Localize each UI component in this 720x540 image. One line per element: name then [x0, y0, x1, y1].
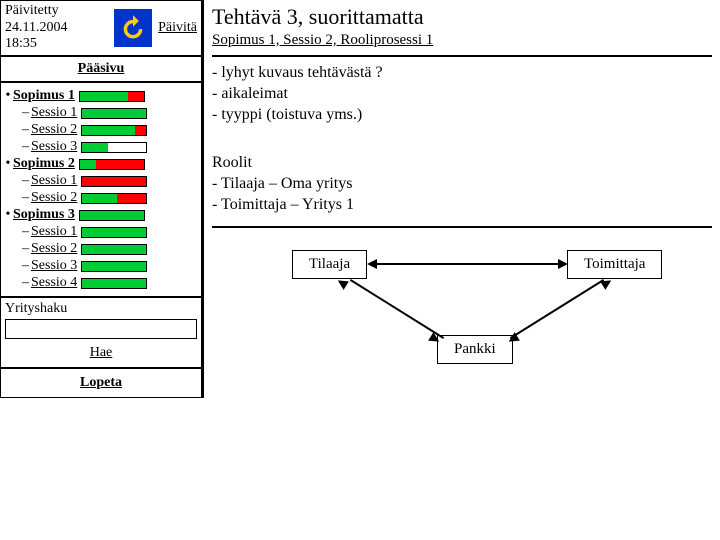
nav-s1-sessio-3[interactable]: Sessio 3 — [31, 139, 77, 155]
nav-s1-sessio-1[interactable]: Sessio 1 — [31, 105, 77, 121]
lopeta-link[interactable]: Lopeta — [80, 375, 122, 390]
search-button[interactable]: Hae — [90, 345, 113, 360]
nav-sopimus-2[interactable]: Sopimus 2 — [13, 156, 75, 172]
node-pankki: Pankki — [437, 335, 513, 364]
search-input[interactable] — [5, 319, 197, 339]
updated-date: 24.11.2004 — [5, 20, 114, 37]
updated-label: Päivitetty — [5, 3, 114, 20]
nav-sopimus-1[interactable]: Sopimus 1 — [13, 88, 75, 104]
nav-sopimus-3[interactable]: Sopimus 3 — [13, 207, 75, 223]
node-tilaaja: Tilaaja — [292, 250, 367, 279]
node-toimittaja: Toimittaja — [567, 250, 662, 279]
nav-s3-sessio-4[interactable]: Sessio 4 — [31, 275, 77, 291]
nav-s2-sessio-1[interactable]: Sessio 1 — [31, 173, 77, 189]
nav-s2-sessio-2[interactable]: Sessio 2 — [31, 190, 77, 206]
nav-s3-sessio-3[interactable]: Sessio 3 — [31, 258, 77, 274]
paasivu-link[interactable]: Pääsivu — [78, 61, 125, 76]
nav-s1-sessio-2[interactable]: Sessio 2 — [31, 122, 77, 138]
nav-s3-sessio-2[interactable]: Sessio 2 — [31, 241, 77, 257]
role-diagram: Tilaaja Toimittaja Pankki — [212, 240, 712, 390]
task-description: - lyhyt kuvaus tehtävästä ? - aikaleimat… — [212, 63, 712, 125]
nav-s3-sessio-1[interactable]: Sessio 1 — [31, 224, 77, 240]
breadcrumb[interactable]: Sopimus 1, Sessio 2, Rooliprosessi 1 — [212, 32, 712, 49]
refresh-icon[interactable] — [114, 9, 152, 47]
search-label: Yrityshaku — [5, 301, 197, 317]
refresh-link[interactable]: Päivitä — [158, 20, 197, 36]
roles-block: Roolit - Tilaaja – Oma yritys - Toimitta… — [212, 153, 712, 215]
nav-tree: •Sopimus 1 –Sessio 1 –Sessio 2 –Sessio 3… — [0, 82, 202, 297]
updated-time: 18:35 — [5, 36, 114, 53]
task-title: Tehtävä 3, suorittamatta — [212, 4, 712, 30]
